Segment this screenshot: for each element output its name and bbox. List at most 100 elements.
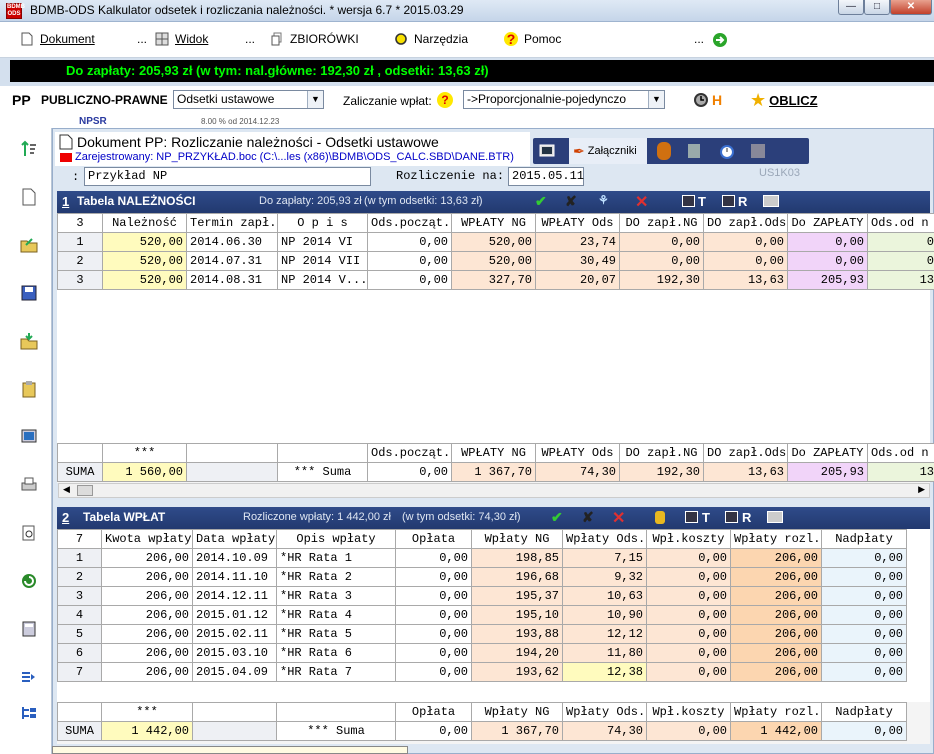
refresh-icon[interactable]	[20, 572, 38, 590]
cell-do-zapl-ng[interactable]: 0,00	[619, 232, 704, 252]
col-kwota[interactable]: Kwota wpłaty	[101, 529, 193, 549]
cell-ods-poczat[interactable]: 0,00	[367, 232, 452, 252]
cell-oplata[interactable]: 0,00	[395, 567, 472, 587]
cell-wplaty-ng[interactable]: 194,20	[471, 643, 563, 663]
cell-naleznosc[interactable]: 520,00	[102, 251, 187, 271]
cell-wplaty-ods[interactable]: 20,07	[535, 270, 620, 290]
table-row[interactable]: 2 520,00 2014.07.31 NP 2014 VII 0,00 520…	[57, 251, 934, 271]
cell-wplaty-ods[interactable]: 23,74	[535, 232, 620, 252]
cell-wpl-koszty[interactable]: 0,00	[646, 624, 731, 644]
cell-wplaty-ods[interactable]: 7,15	[562, 548, 647, 568]
cell-opis[interactable]: NP 2014 V...	[277, 270, 368, 290]
cell-nadplaty[interactable]: 0,00	[821, 605, 907, 625]
cell-wplaty-rozl[interactable]: 206,00	[730, 567, 822, 587]
table-row[interactable]: 4 206,00 2015.01.12 *HR Rata 4 0,00 195,10 10,…	[57, 605, 907, 625]
calculator-icon[interactable]	[20, 620, 38, 638]
oblicz-button[interactable]: ★ OBLICZ	[750, 90, 818, 111]
cell-do-zaplaty[interactable]: 0,00	[787, 232, 868, 252]
preview-icon[interactable]	[20, 524, 38, 542]
cell-opis[interactable]: *HR Rata 6	[276, 643, 396, 663]
col-ods-poczat[interactable]: Ods.począt.	[367, 213, 452, 233]
cell-ods-poczat[interactable]: 0,00	[367, 251, 452, 271]
scroll-right-icon[interactable]: ▶	[918, 484, 925, 495]
cell-oplata[interactable]: 0,00	[395, 605, 472, 625]
next-button[interactable]	[712, 32, 728, 48]
col-wplaty-ng[interactable]: Wpłaty NG	[471, 529, 563, 549]
print-icon[interactable]	[20, 476, 38, 494]
table-row[interactable]: 6 206,00 2015.03.10 *HR Rata 6 0,00 194,20 11,…	[57, 643, 907, 663]
cell-nadplaty[interactable]: 0,00	[821, 624, 907, 644]
cell-wplaty-rozl[interactable]: 206,00	[730, 624, 822, 644]
col-do-zapl-ng[interactable]: DO zapł.NG	[619, 213, 704, 233]
monitor-icon[interactable]	[682, 195, 695, 207]
col-wplaty-rozl[interactable]: Wpłaty rozl.	[730, 529, 822, 549]
cell-ods-od-n[interactable]: 0	[867, 232, 934, 252]
cell-wplaty-ng[interactable]: 195,37	[471, 586, 563, 606]
cell-wplaty-ng[interactable]: 327,70	[451, 270, 536, 290]
chevron-down-icon[interactable]: ▼	[307, 91, 323, 108]
cell-kwota[interactable]: 206,00	[101, 643, 193, 663]
cell-wplaty-ng[interactable]: 193,88	[471, 624, 563, 644]
cell-data[interactable]: 2014.12.11	[192, 586, 277, 606]
col-do-zapl-ods[interactable]: DO zapł.Ods	[703, 213, 788, 233]
cell-wpl-koszty[interactable]: 0,00	[646, 567, 731, 587]
table-row[interactable]: 1 206,00 2014.10.09 *HR Rata 1 0,00 198,85 7,1…	[57, 548, 907, 568]
cell-do-zapl-ods[interactable]: 0,00	[703, 251, 788, 271]
table-row[interactable]: 3 520,00 2014.08.31 NP 2014 V... 0,00 32…	[57, 270, 934, 290]
copy-icon[interactable]	[751, 144, 765, 158]
cell-do-zaplaty[interactable]: 205,93	[787, 270, 868, 290]
monitor-icon[interactable]	[685, 511, 698, 523]
cell-data[interactable]: 2015.02.11	[192, 624, 277, 644]
row-number[interactable]: 3	[57, 586, 102, 606]
clipboard-icon[interactable]	[20, 380, 38, 398]
col-do-zaplaty[interactable]: Do ZAPŁATY	[787, 213, 868, 233]
delete-check-icon[interactable]: ✘	[565, 193, 577, 210]
cell-data[interactable]: 2014.11.10	[192, 567, 277, 587]
cell-kwota[interactable]: 206,00	[101, 624, 193, 644]
cell-kwota[interactable]: 206,00	[101, 605, 193, 625]
row-number[interactable]: 2	[57, 567, 102, 587]
cell-wplaty-ods[interactable]: 9,32	[562, 567, 647, 587]
cell-termin[interactable]: 2014.08.31	[186, 270, 278, 290]
cell-wplaty-ng[interactable]: 193,62	[471, 662, 563, 682]
save-icon[interactable]	[20, 284, 38, 302]
split-icon[interactable]: ⚘	[598, 193, 609, 207]
col-opis-wplaty[interactable]: Opis wpłaty	[276, 529, 396, 549]
rozliczenie-input[interactable]: 2015.05.11	[508, 167, 584, 186]
cell-do-zapl-ng[interactable]: 192,30	[619, 270, 704, 290]
name-input[interactable]: Przykład NP	[84, 167, 371, 186]
col-ods-od-n[interactable]: Ods.od n	[867, 213, 934, 233]
cell-wplaty-ods[interactable]: 11,80	[562, 643, 647, 663]
minimize-button[interactable]: —	[838, 0, 864, 15]
cell-oplata[interactable]: 0,00	[395, 624, 472, 644]
user-icon[interactable]	[657, 142, 671, 160]
cell-wplaty-rozl[interactable]: 206,00	[730, 643, 822, 663]
cell-wplaty-rozl[interactable]: 206,00	[730, 548, 822, 568]
menu-pomoc[interactable]: ? Pomoc	[504, 32, 561, 46]
cell-opis[interactable]: NP 2014 VI	[277, 232, 368, 252]
cell-opis[interactable]: *HR Rata 2	[276, 567, 396, 587]
cell-wplaty-rozl[interactable]: 206,00	[730, 605, 822, 625]
cell-termin[interactable]: 2014.07.31	[186, 251, 278, 271]
cell-oplata[interactable]: 0,00	[395, 586, 472, 606]
cell-wpl-koszty[interactable]: 0,00	[646, 586, 731, 606]
help-icon[interactable]: ?	[437, 92, 453, 108]
import-icon[interactable]	[20, 332, 38, 350]
cell-opis[interactable]: *HR Rata 3	[276, 586, 396, 606]
cell-ods-od-n[interactable]: 13	[867, 270, 934, 290]
new-document-icon[interactable]	[20, 188, 38, 206]
col-wplaty-ods[interactable]: WPŁATY Ods	[535, 213, 620, 233]
row-number[interactable]: 2	[57, 251, 103, 271]
monitor-icon[interactable]	[539, 143, 555, 159]
cell-data[interactable]: 2014.10.09	[192, 548, 277, 568]
cell-opis[interactable]: NP 2014 VII	[277, 251, 368, 271]
cell-wplaty-rozl[interactable]: 206,00	[730, 662, 822, 682]
cell-nadplaty[interactable]: 0,00	[821, 586, 907, 606]
sort-icon[interactable]	[20, 140, 38, 158]
cell-wplaty-ods[interactable]: 10,63	[562, 586, 647, 606]
check-icon[interactable]: ✔	[535, 193, 547, 210]
col-oplata[interactable]: Opłata	[395, 529, 472, 549]
cell-wpl-koszty[interactable]: 0,00	[646, 643, 731, 663]
col-nadplaty[interactable]: Nadpłaty	[821, 529, 907, 549]
cell-data[interactable]: 2015.03.10	[192, 643, 277, 663]
